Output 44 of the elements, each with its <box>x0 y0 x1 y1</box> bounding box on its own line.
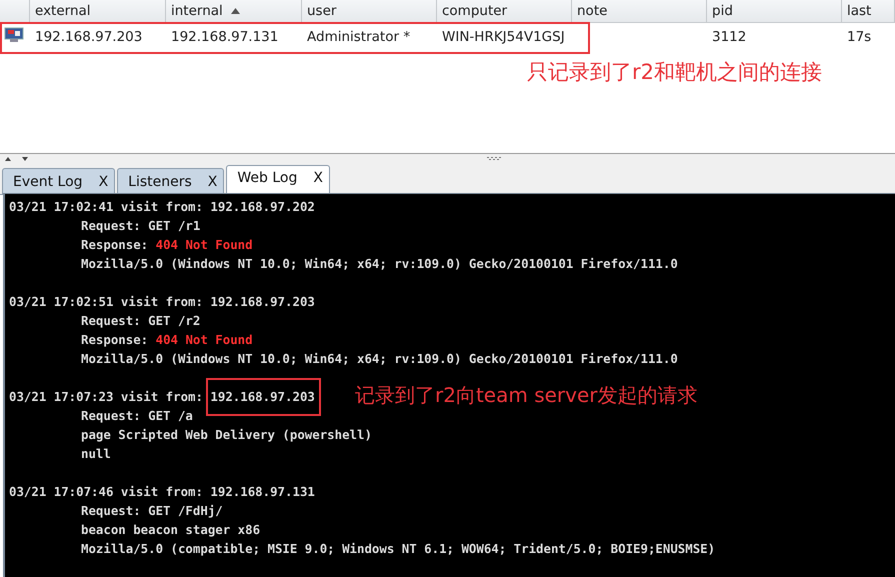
table-cell: 3112 <box>712 29 746 45</box>
collapse-arrows-icon[interactable] <box>5 156 31 162</box>
computer-icon <box>4 27 24 43</box>
table-cell: 192.168.97.131 <box>171 29 278 45</box>
column-header[interactable]: user <box>307 3 336 19</box>
column-header[interactable]: pid <box>712 3 733 19</box>
log-line: 03/21 17:02:51 visit from: <box>9 294 204 309</box>
close-button[interactable]: X <box>313 170 323 186</box>
log-line: 03/21 17:02:41 visit from: <box>9 199 204 214</box>
log-line: beacon beacon stager x86 <box>81 522 260 537</box>
ip-address: 192.168.97.203 <box>210 294 315 309</box>
ip-address: 192.168.97.131 <box>210 484 315 499</box>
log-line: Request: GET /a <box>81 408 193 423</box>
tab[interactable]: Listeners X <box>117 168 224 194</box>
log-line: 03/21 17:07:23 visit from: <box>9 389 204 404</box>
tab[interactable]: Web Log X <box>226 165 330 195</box>
ip-address: 192.168.97.202 <box>210 199 315 214</box>
log-line: Mozilla/5.0 (Windows NT 10.0; Win64; x64; rv:109.0) Gecko/20100101 Firefox/111.0 <box>81 351 678 366</box>
table-cell: Administrator * <box>307 29 410 45</box>
column-header[interactable]: last <box>847 3 872 19</box>
log-line: null <box>81 446 111 461</box>
column-header[interactable]: internal <box>171 3 223 19</box>
log-line: Request: GET /r2 <box>81 313 200 328</box>
table-cell: WIN-HRKJ54V1GSJ <box>442 29 565 45</box>
grip-icon[interactable] <box>487 156 503 160</box>
log-line: Request: GET /FdHj/ <box>81 503 223 518</box>
column-header[interactable]: external <box>35 3 91 19</box>
log-line: Response: 404 Not Found <box>81 332 253 347</box>
column-header[interactable]: note <box>577 3 608 19</box>
tab[interactable]: Event Log X <box>2 168 116 194</box>
table-cell: 17s <box>847 29 872 45</box>
log-line: page Scripted Web Delivery (powershell) <box>81 427 372 442</box>
log-line: 03/21 17:07:46 visit from: <box>9 484 204 499</box>
log-line: Mozilla/5.0 (Windows NT 10.0; Win64; x64; rv:109.0) Gecko/20100101 Firefox/111.0 <box>81 256 678 271</box>
column-header[interactable]: computer <box>442 3 508 19</box>
log-line: Mozilla/5.0 (compatible; MSIE 9.0; Windows NT 6.1; WOW64; Trident/5.0; BOIE9;ENUSMSE) <box>81 541 716 556</box>
log-line: Response: 404 Not Found <box>81 237 253 252</box>
close-button[interactable]: X <box>98 174 108 190</box>
annotation-text: 只记录到了r2和靶机之间的连接 <box>527 59 822 86</box>
close-button[interactable]: X <box>208 174 218 190</box>
table-cell: 192.168.97.203 <box>35 29 142 45</box>
ip-address: 192.168.97.203 <box>210 389 315 404</box>
log-line: Request: GET /r1 <box>81 218 200 233</box>
annotation-text: 记录到了r2向team server发起的请求 <box>355 382 698 409</box>
